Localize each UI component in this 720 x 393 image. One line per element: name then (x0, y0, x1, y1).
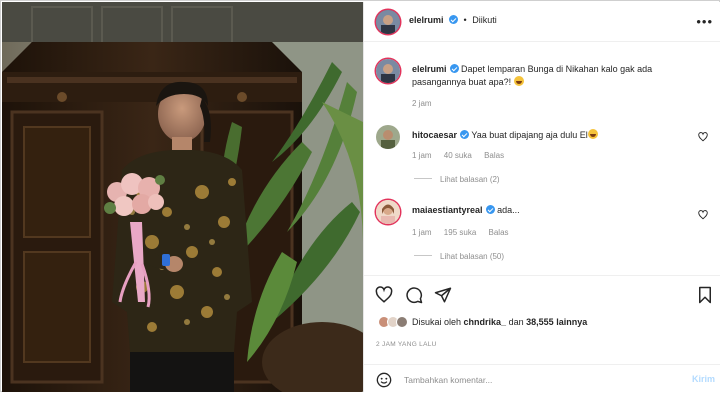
avatar-image (376, 125, 400, 149)
post-header: elelrumi • Diikuti ••• (364, 2, 720, 42)
commenter-username[interactable]: hitocaesar (412, 130, 457, 140)
commenter-username[interactable]: maiaestiantyreal (412, 205, 483, 215)
caption-meta: 2 jam (412, 99, 442, 108)
heart-icon[interactable] (375, 286, 393, 304)
add-comment-bar: Tambahkan komentar... Kirim (364, 364, 720, 393)
liker-avatars (378, 316, 408, 329)
comment-text-block: hitocaesar Yaa buat dipajang aja dulu El (412, 129, 702, 142)
caption: elelrumi Dapet lemparan Bunga di Nikahan… (374, 57, 714, 113)
comment-like-heart-icon[interactable] (698, 210, 708, 220)
comment-meta: 1 jam 40 suka Balas (412, 151, 514, 160)
verified-icon (449, 15, 459, 24)
verified-icon (485, 205, 495, 214)
more-icon[interactable]: ••• (696, 14, 713, 29)
instagram-post-window: elelrumi • Diikuti ••• elelrumi Dapet le… (0, 0, 720, 392)
author-avatar[interactable] (376, 10, 400, 34)
likes-text: Disukai oleh chndrika_ dan 38,555 lainny… (412, 317, 587, 327)
post-detail-panel: elelrumi • Diikuti ••• elelrumi Dapet le… (363, 2, 720, 392)
avatar-image (376, 59, 400, 83)
comment-like-heart-icon[interactable] (698, 132, 708, 142)
comment-icon[interactable] (405, 286, 423, 304)
view-replies-link[interactable]: Lihat balasan (50) (414, 252, 504, 261)
dot-separator: • (463, 15, 467, 25)
view-replies-label: Lihat balasan (50) (440, 252, 505, 261)
comment-like-count[interactable]: 40 suka (444, 151, 472, 160)
follow-status-button[interactable]: Diikuti (472, 15, 497, 25)
reply-button[interactable]: Balas (484, 151, 504, 160)
comment-item: maiaestiantyreal ada... 1 jam 195 suka B… (374, 198, 714, 262)
liker-username[interactable]: chndrika_ (464, 317, 507, 327)
comment-time: 1 jam (412, 151, 432, 160)
comment-text: ada... (497, 205, 520, 215)
comments-list: elelrumi Dapet lemparan Bunga di Nikahan… (364, 43, 720, 275)
post-actions: Disukai oleh chndrika_ dan 38,555 lainny… (364, 275, 720, 392)
post-comment-button[interactable]: Kirim (692, 374, 715, 384)
comment-text: Yaa buat dipajang aja dulu El (471, 130, 588, 140)
emoji-icon[interactable] (376, 372, 392, 388)
header-user-line: elelrumi • Diikuti (409, 15, 497, 25)
author-username[interactable]: elelrumi (409, 15, 444, 25)
comment-time: 1 jam (412, 228, 432, 237)
likes-count[interactable]: 38,555 (526, 317, 554, 327)
reply-button[interactable]: Balas (489, 228, 509, 237)
caption-text: Dapet lemparan Bunga di Nikahan kalo gak… (412, 64, 653, 87)
post-timestamp[interactable]: 2 JAM YANG LALU (376, 341, 437, 348)
share-icon[interactable] (434, 286, 452, 304)
caption-username[interactable]: elelrumi (412, 64, 447, 74)
comment-meta: 1 jam 195 suka Balas (412, 228, 519, 237)
post-photo[interactable] (2, 2, 363, 392)
likes-suffix[interactable]: lainnya (556, 317, 587, 327)
caption-avatar[interactable] (376, 59, 400, 83)
comment-item: hitocaesar Yaa buat dipajang aja dulu El… (374, 123, 714, 187)
verified-icon (449, 64, 459, 73)
photo-illustration (2, 2, 363, 392)
caption-text-block: elelrumi Dapet lemparan Bunga di Nikahan… (412, 63, 702, 89)
verified-icon (460, 130, 470, 139)
bookmark-icon[interactable] (697, 286, 713, 304)
liker-avatar (396, 316, 408, 328)
laughing-emoji-icon (513, 76, 524, 86)
replies-divider (414, 255, 432, 256)
commenter-avatar[interactable] (376, 125, 400, 149)
comment-input[interactable]: Tambahkan komentar... (404, 375, 492, 385)
commenter-avatar[interactable] (376, 200, 400, 224)
avatar-image (376, 200, 400, 224)
caption-time: 2 jam (412, 99, 432, 108)
avatar-image (376, 10, 400, 34)
comment-text-block: maiaestiantyreal ada... (412, 204, 702, 217)
likes-prefix: Disukai oleh (412, 317, 462, 327)
replies-divider (414, 178, 432, 179)
laughing-emoji-icon (587, 129, 598, 139)
view-replies-label: Lihat balasan (2) (440, 175, 500, 184)
view-replies-link[interactable]: Lihat balasan (2) (414, 175, 500, 184)
likes-middle: dan (508, 317, 524, 327)
comment-like-count[interactable]: 195 suka (444, 228, 476, 237)
